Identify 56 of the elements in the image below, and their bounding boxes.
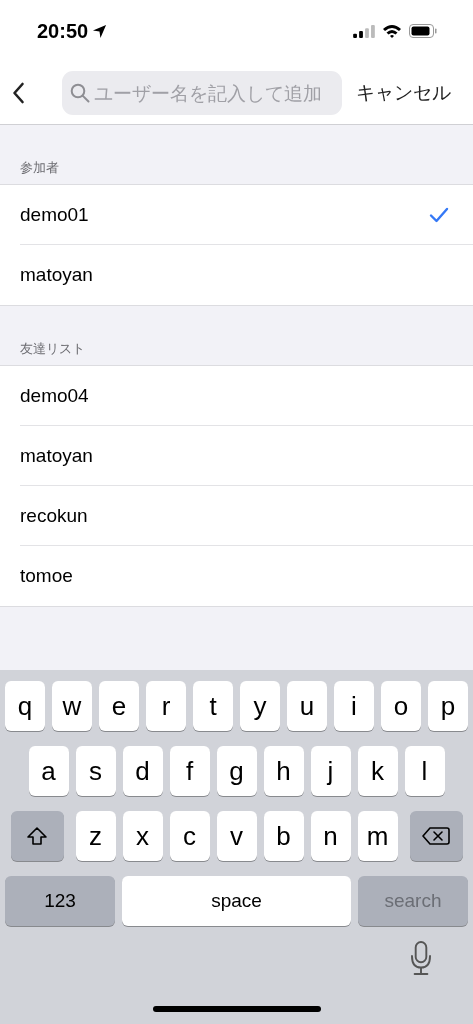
list-item[interactable]: demo04 (20, 366, 473, 426)
user-name: demo01 (20, 203, 89, 226)
letter-key[interactable]: s (75, 746, 116, 796)
letter-key[interactable]: c (169, 811, 210, 861)
letter-key[interactable]: o (381, 681, 421, 731)
shift-arrow-icon (26, 826, 48, 846)
location-arrow-icon (92, 23, 108, 39)
letter-key[interactable]: e (99, 681, 139, 731)
letter-key[interactable]: z (75, 811, 116, 861)
user-name: matoyan (20, 444, 93, 467)
battery-icon (409, 24, 437, 38)
delete-key[interactable] (409, 811, 463, 861)
search-field[interactable]: ユーザー名を記入して追加 (62, 71, 342, 115)
letter-key[interactable]: a (28, 746, 69, 796)
signal-icon (353, 24, 375, 38)
letter-key[interactable]: q (5, 681, 45, 731)
letter-key[interactable]: t (193, 681, 233, 731)
letter-key[interactable]: w (52, 681, 92, 731)
user-name: recokun (20, 504, 88, 527)
list-item[interactable]: matoyan (20, 426, 473, 486)
letter-key[interactable]: p (428, 681, 468, 731)
letter-key[interactable]: g (216, 746, 257, 796)
letter-key[interactable]: j (310, 746, 351, 796)
letter-key[interactable]: i (334, 681, 374, 731)
wifi-icon (382, 24, 402, 38)
list-item[interactable]: recokun (20, 486, 473, 546)
microphone-icon (410, 941, 432, 975)
backspace-icon (422, 826, 450, 846)
chevron-left-icon (12, 82, 25, 104)
letter-key[interactable]: y (240, 681, 280, 731)
letter-key[interactable]: d (122, 746, 163, 796)
letter-key[interactable]: k (357, 746, 398, 796)
user-name: matoyan (20, 264, 93, 286)
letter-key[interactable]: b (263, 811, 304, 861)
letter-key[interactable]: x (122, 811, 163, 861)
cancel-button[interactable]: キャンセル (356, 80, 451, 106)
section-header: 友達リスト (19, 340, 86, 358)
section-header: 参加者 (19, 159, 60, 177)
user-name: tomoe (20, 565, 73, 587)
letter-key[interactable]: v (216, 811, 257, 861)
letter-key[interactable]: n (310, 811, 351, 861)
letter-key[interactable]: r (146, 681, 186, 731)
numbers-key[interactable]: 123 (5, 876, 115, 926)
letter-key[interactable]: m (357, 811, 398, 861)
list-item[interactable]: demo01 (20, 185, 473, 245)
status-time: 20:50 (37, 19, 89, 43)
space-key[interactable]: space (122, 876, 351, 926)
shift-key[interactable] (10, 811, 64, 861)
search-icon (70, 83, 90, 103)
letter-key[interactable]: l (404, 746, 445, 796)
user-name: demo04 (20, 384, 89, 407)
letter-key[interactable]: f (169, 746, 210, 796)
letter-key[interactable]: u (287, 681, 327, 731)
letter-key[interactable]: h (263, 746, 304, 796)
list-item[interactable]: tomoe (20, 546, 473, 606)
list-item[interactable]: matoyan (20, 245, 473, 305)
